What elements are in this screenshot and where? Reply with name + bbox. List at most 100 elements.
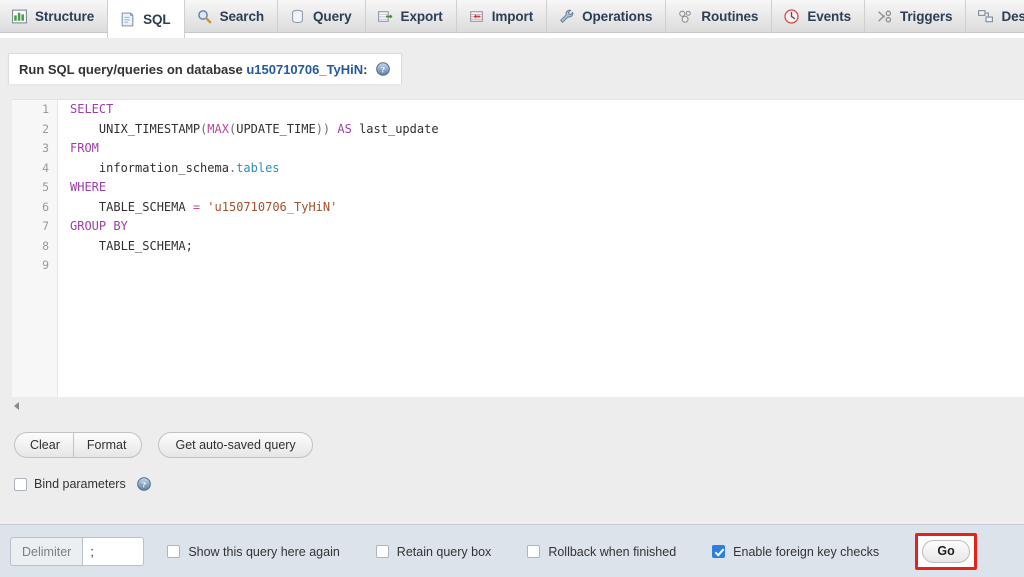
go-button[interactable]: Go <box>922 540 970 563</box>
help-icon[interactable]: ? <box>376 62 390 76</box>
svg-text:?: ? <box>380 64 384 74</box>
tab-import[interactable]: Import <box>457 0 547 33</box>
sql-code-editor[interactable]: 123456789 SELECT UNIX_TIMESTAMP(MAX(UPDA… <box>12 99 1024 397</box>
code-token <box>70 122 99 136</box>
tab-query[interactable]: Query <box>278 0 366 33</box>
line-number: 5 <box>12 178 57 198</box>
tab-search[interactable]: Search <box>185 0 278 33</box>
delimiter-group: Delimiter <box>10 537 144 566</box>
line-number: 1 <box>12 100 57 120</box>
tab-triggers[interactable]: Triggers <box>865 0 966 33</box>
code-line: TABLE_SCHEMA; <box>70 237 1024 257</box>
tab-structure[interactable]: Structure <box>0 0 108 33</box>
go-button-highlight: Go <box>915 533 977 570</box>
help-icon[interactable]: ? <box>137 477 151 491</box>
checkbox-enable-foreign-key-checks[interactable] <box>712 545 725 558</box>
get-auto-saved-query-button[interactable]: Get auto-saved query <box>158 432 312 458</box>
bind-parameters-label[interactable]: Bind parameters <box>34 477 126 491</box>
bind-parameters-row: Bind parameters ? <box>14 477 151 491</box>
tab-routines[interactable]: Routines <box>666 0 772 33</box>
wrench-icon <box>558 8 575 25</box>
editor-resize-handle[interactable] <box>14 402 19 410</box>
code-token: = <box>193 200 200 214</box>
tab-label: Designer <box>1001 9 1024 24</box>
query-option-label[interactable]: Enable foreign key checks <box>733 545 879 559</box>
checkbox-rollback-when-finished[interactable] <box>527 545 540 558</box>
tab-list: Structure SQL Search Query Export Import… <box>0 0 1024 38</box>
code-token: GROUP BY <box>70 219 128 233</box>
format-button[interactable]: Format <box>73 432 143 458</box>
code-line: FROM <box>70 139 1024 159</box>
designer-icon <box>977 8 994 25</box>
query-option-label[interactable]: Show this query here again <box>188 545 339 559</box>
page-title: Run SQL query/queries on database u15071… <box>19 62 368 77</box>
line-number: 3 <box>12 139 57 159</box>
heading-area: Run SQL query/queries on database u15071… <box>0 38 1024 88</box>
tab-label: Routines <box>701 9 758 24</box>
tab-label: Query <box>313 9 352 24</box>
tab-label: Triggers <box>900 9 952 24</box>
tab-label: SQL <box>143 12 170 27</box>
sql-icon <box>119 11 136 28</box>
svg-text:?: ? <box>142 479 146 489</box>
code-line <box>70 256 1024 276</box>
tab-events[interactable]: Events <box>772 0 865 33</box>
page-title-prefix: Run SQL query/queries on database <box>19 62 246 77</box>
query-option-list: Show this query here again Retain query b… <box>167 545 915 559</box>
query-option-label[interactable]: Retain query box <box>397 545 492 559</box>
tab-label: Import <box>492 9 533 24</box>
database-name: u150710706_TyHiN <box>246 62 363 77</box>
code-token: )) <box>316 122 330 136</box>
line-number: 4 <box>12 159 57 179</box>
tab-label: Structure <box>35 9 94 24</box>
tab-label: Events <box>807 9 851 24</box>
page-title-suffix: : <box>363 62 367 77</box>
line-number: 6 <box>12 198 57 218</box>
editor-resize-row <box>0 398 1024 418</box>
main-tab-bar: Structure SQL Search Query Export Import… <box>0 0 1024 38</box>
delimiter-label: Delimiter <box>10 537 82 566</box>
search-icon <box>196 8 213 25</box>
line-number: 8 <box>12 237 57 257</box>
tab-operations[interactable]: Operations <box>547 0 666 33</box>
clear-button[interactable]: Clear <box>14 432 73 458</box>
structure-icon <box>11 8 28 25</box>
delimiter-input[interactable] <box>82 537 144 566</box>
code-token: WHERE <box>70 180 106 194</box>
query-option: Rollback when finished <box>527 545 676 559</box>
code-line: WHERE <box>70 178 1024 198</box>
tab-designer[interactable]: Designer <box>966 0 1024 33</box>
code-line: GROUP BY <box>70 217 1024 237</box>
code-token: MAX <box>207 122 229 136</box>
code-token: 'u150710706_TyHiN' <box>207 200 337 214</box>
query-option-label[interactable]: Rollback when finished <box>548 545 676 559</box>
export-icon <box>377 8 394 25</box>
page-title-box: Run SQL query/queries on database u15071… <box>8 53 402 84</box>
code-line: UNIX_TIMESTAMP(MAX(UPDATE_TIME)) AS last… <box>70 120 1024 140</box>
checkbox-show-this-query-here-again[interactable] <box>167 545 180 558</box>
code-line: information_schema.tables <box>70 159 1024 179</box>
code-token: SELECT <box>70 102 113 116</box>
code-token: TABLE_SCHEMA; <box>70 239 193 253</box>
triggers-icon <box>876 8 893 25</box>
line-number: 9 <box>12 256 57 276</box>
code-token: tables <box>236 161 279 175</box>
query-icon <box>289 8 306 25</box>
line-number: 7 <box>12 217 57 237</box>
code-token: UPDATE_TIME <box>236 122 315 136</box>
import-icon <box>468 8 485 25</box>
clock-icon <box>783 8 800 25</box>
code-token: TABLE_SCHEMA <box>70 200 193 214</box>
tab-label: Export <box>401 9 443 24</box>
code-token: UNIX_TIMESTAMP <box>99 122 200 136</box>
query-option: Show this query here again <box>167 545 339 559</box>
code-token: AS <box>337 122 351 136</box>
editor-toolbar: Clear Format Get auto-saved query <box>14 432 313 458</box>
editor-code-area[interactable]: SELECT UNIX_TIMESTAMP(MAX(UPDATE_TIME)) … <box>59 100 1024 397</box>
clear-format-button-group: Clear Format <box>14 432 142 458</box>
bind-parameters-checkbox[interactable] <box>14 478 27 491</box>
line-number: 2 <box>12 120 57 140</box>
checkbox-retain-query-box[interactable] <box>376 545 389 558</box>
tab-export[interactable]: Export <box>366 0 457 33</box>
tab-sql[interactable]: SQL <box>107 0 184 38</box>
